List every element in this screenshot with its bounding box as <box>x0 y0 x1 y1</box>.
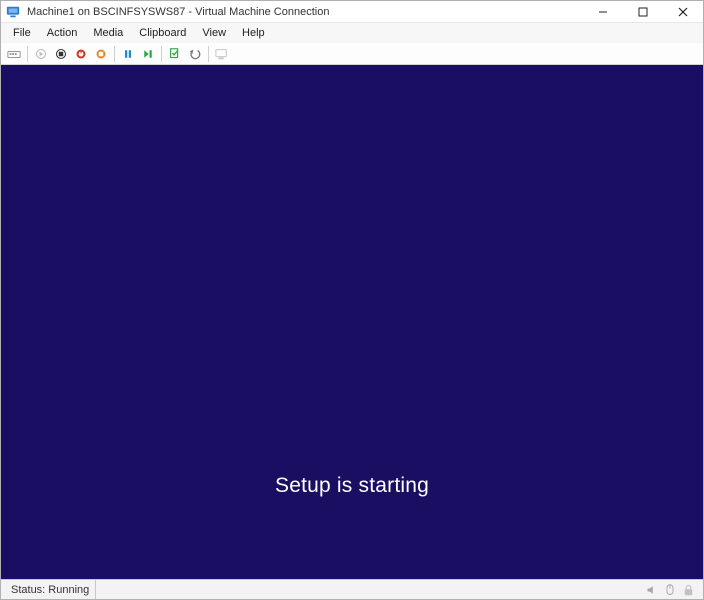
maximize-button[interactable] <box>623 1 663 22</box>
setup-message: Setup is starting <box>275 474 429 498</box>
menu-media[interactable]: Media <box>85 25 131 41</box>
statusbar: Status: Running <box>1 579 703 599</box>
enhanced-session-button <box>213 45 231 63</box>
revert-button[interactable] <box>186 45 204 63</box>
menu-file[interactable]: File <box>5 25 39 41</box>
checkpoint-button[interactable] <box>166 45 184 63</box>
mouse-icon <box>663 583 677 597</box>
menubar: File Action Media Clipboard View Help <box>1 23 703 43</box>
minimize-button[interactable] <box>583 1 623 22</box>
shut-down-button[interactable] <box>72 45 90 63</box>
start-button <box>32 45 50 63</box>
toolbar-separator <box>27 46 28 62</box>
close-button[interactable] <box>663 1 703 22</box>
lock-icon <box>681 583 695 597</box>
status-text: Status: Running <box>5 580 96 599</box>
vm-display-area[interactable]: Setup is starting <box>1 65 703 579</box>
reset-button[interactable] <box>139 45 157 63</box>
menu-view[interactable]: View <box>194 25 234 41</box>
toolbar-separator <box>161 46 162 62</box>
menu-help[interactable]: Help <box>234 25 273 41</box>
vm-connection-window: Machine1 on BSCINFSYSWS87 - Virtual Mach… <box>0 0 704 600</box>
status-icons <box>645 583 699 597</box>
window-title: Machine1 on BSCINFSYSWS87 - Virtual Mach… <box>27 6 329 18</box>
pause-button[interactable] <box>119 45 137 63</box>
menu-action[interactable]: Action <box>39 25 86 41</box>
toolbar-separator <box>208 46 209 62</box>
speaker-icon <box>645 583 659 597</box>
app-icon <box>5 4 21 20</box>
titlebar: Machine1 on BSCINFSYSWS87 - Virtual Mach… <box>1 1 703 23</box>
ctrl-alt-del-button[interactable] <box>5 45 23 63</box>
save-button[interactable] <box>92 45 110 63</box>
toolbar <box>1 43 703 65</box>
toolbar-separator <box>114 46 115 62</box>
turn-off-button[interactable] <box>52 45 70 63</box>
menu-clipboard[interactable]: Clipboard <box>131 25 194 41</box>
window-controls <box>583 1 703 22</box>
